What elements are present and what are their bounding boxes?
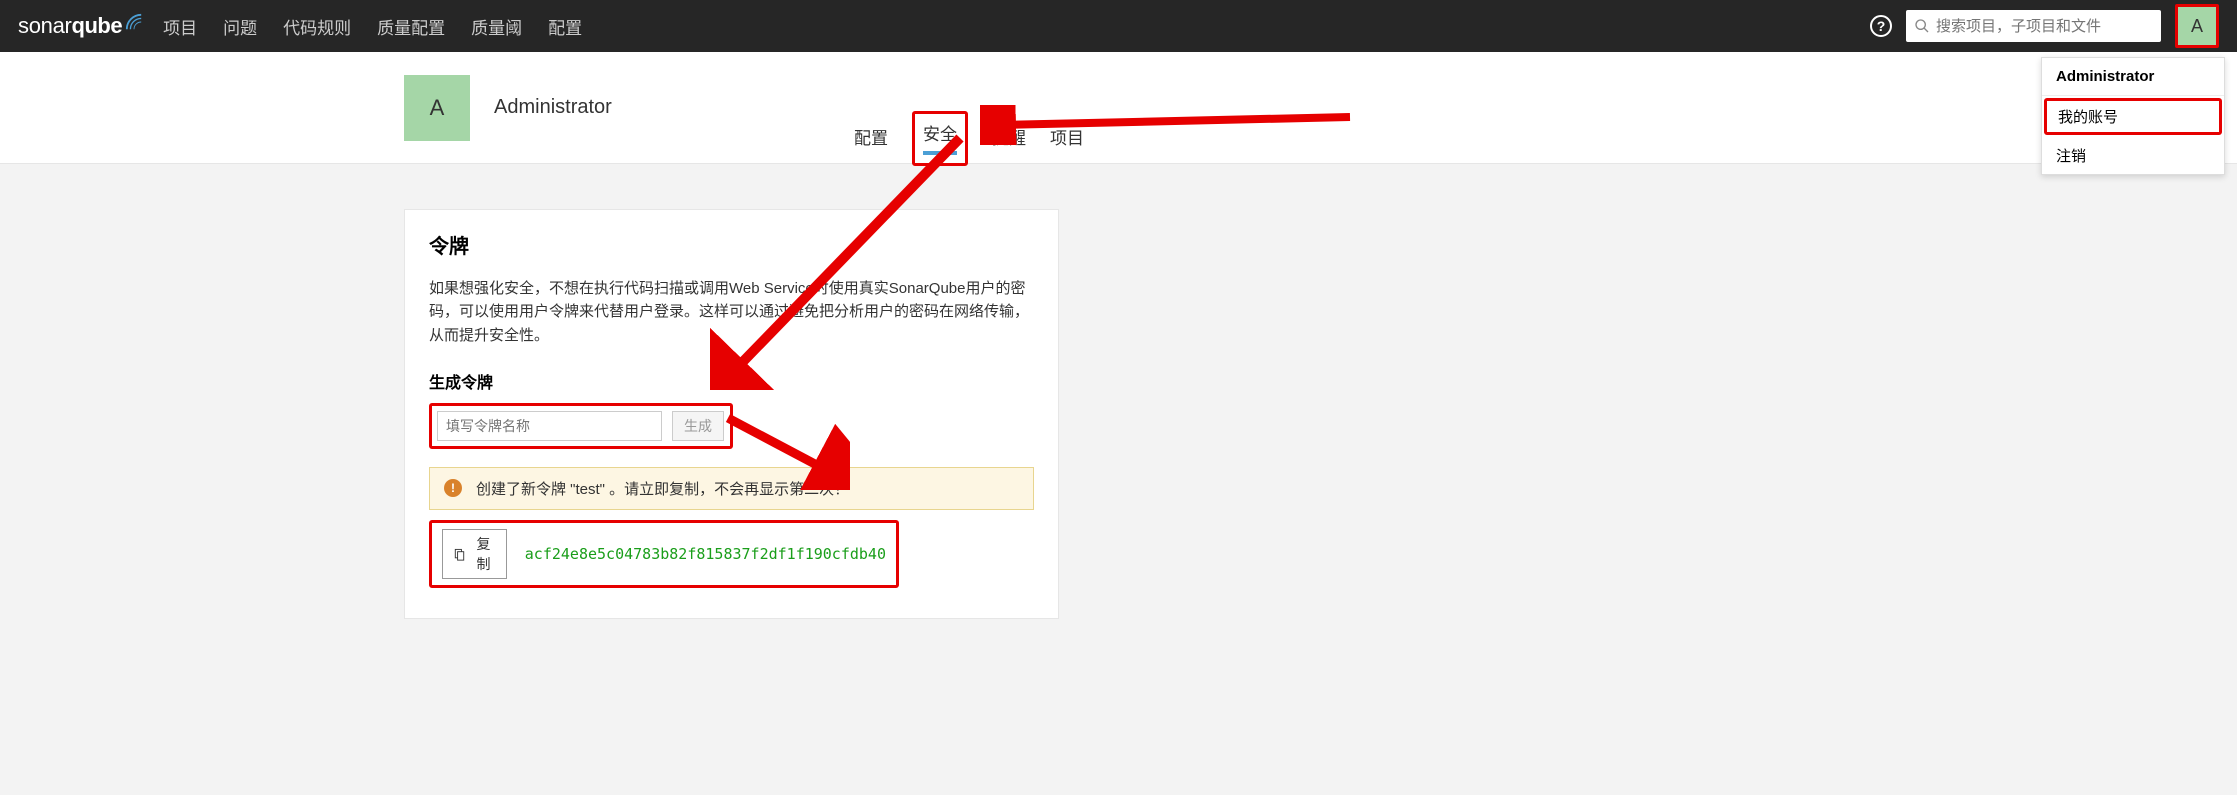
generate-button[interactable]: 生成	[672, 411, 724, 441]
copy-button[interactable]: 复制	[442, 529, 507, 579]
tab-security[interactable]: 安全	[923, 120, 957, 155]
panel-description: 如果想强化安全，不想在执行代码扫描或调用Web Service时使用真实Sona…	[429, 277, 1034, 347]
logo-qube: qube	[72, 13, 123, 39]
tab-projects[interactable]: 项目	[1050, 124, 1084, 163]
nav-issues[interactable]: 问题	[223, 14, 257, 39]
alert-box: ! 创建了新令牌 "test" 。请立即复制，不会再显示第二次！	[429, 467, 1034, 510]
nav-items: 项目 问题 代码规则 质量配置 质量阈 配置	[163, 14, 582, 39]
nav-quality-gates[interactable]: 质量阈	[471, 14, 522, 39]
clipboard-icon	[453, 547, 465, 561]
top-nav: sonarqube 项目 问题 代码规则 质量配置 质量阈 配置 ? A	[0, 0, 2237, 52]
user-dropdown: Administrator 我的账号 注销	[2041, 57, 2225, 175]
panel-title: 令牌	[429, 230, 1034, 259]
logo[interactable]: sonarqube	[18, 13, 143, 39]
dropdown-username: Administrator	[2042, 58, 2224, 96]
token-name-input[interactable]	[437, 411, 662, 441]
nav-admin[interactable]: 配置	[548, 14, 582, 39]
tab-config[interactable]: 配置	[854, 124, 888, 163]
user-display-name: Administrator	[494, 96, 612, 119]
dropdown-my-account[interactable]: 我的账号	[2044, 98, 2222, 135]
search-icon	[1914, 18, 1930, 34]
user-avatar-large: A	[404, 75, 470, 141]
help-icon[interactable]: ?	[1870, 15, 1892, 37]
alert-message: 创建了新令牌 "test" 。请立即复制，不会再显示第二次！	[476, 478, 849, 499]
generate-row: 生成	[429, 403, 733, 449]
tab-security-highlight: 安全	[912, 111, 968, 166]
sub-header: A Administrator 配置 安全 提醒 项目	[0, 52, 2237, 164]
token-row: 复制 acf24e8e5c04783b82f815837f2df1f190cfd…	[429, 520, 899, 588]
user-avatar-button[interactable]: A	[2175, 4, 2219, 48]
account-tabs: 配置 安全 提醒 项目	[854, 111, 1084, 163]
token-panel: 令牌 如果想强化安全，不想在执行代码扫描或调用Web Service时使用真实S…	[404, 209, 1059, 619]
generate-title: 生成令牌	[429, 369, 1034, 393]
tab-notify[interactable]: 提醒	[992, 124, 1026, 163]
nav-rules[interactable]: 代码规则	[283, 14, 351, 39]
logo-arc-icon	[125, 13, 143, 31]
token-value: acf24e8e5c04783b82f815837f2df1f190cfdb40	[525, 545, 886, 563]
nav-projects[interactable]: 项目	[163, 14, 197, 39]
logo-sonar: sonar	[18, 13, 72, 39]
copy-label: 复制	[471, 534, 496, 574]
search-box[interactable]	[1906, 10, 2161, 42]
dropdown-logout[interactable]: 注销	[2042, 137, 2224, 174]
warning-icon: !	[444, 479, 462, 497]
search-input[interactable]	[1936, 18, 2153, 35]
nav-quality-profiles[interactable]: 质量配置	[377, 14, 445, 39]
nav-right: ? A	[1870, 4, 2219, 48]
